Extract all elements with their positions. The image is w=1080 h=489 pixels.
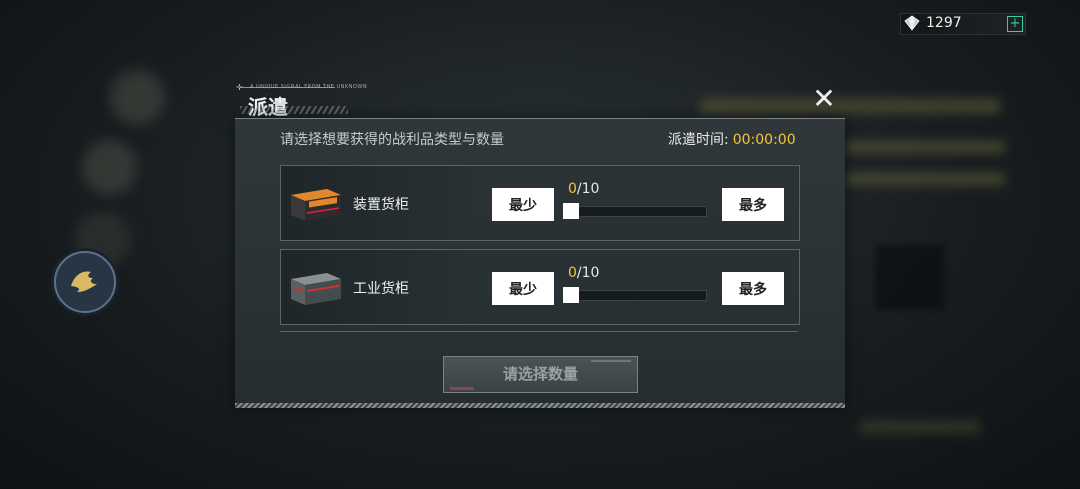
quantity-current: 0 [568, 181, 577, 197]
slider-handle[interactable] [563, 203, 579, 219]
dialog-subtitle: A UNIQUE SIGNAL FROM THE UNKNOWN [250, 84, 368, 90]
background-blur [845, 172, 1005, 186]
background-blur [845, 140, 1005, 154]
dialog-title-tab: ✛ A UNIQUE SIGNAL FROM THE UNKNOWN 派遣 [236, 83, 367, 119]
dispatch-time: 派遣时间: 00:00:00 [668, 129, 796, 149]
min-button[interactable]: 最少 [492, 188, 554, 221]
max-button[interactable]: 最多 [722, 188, 784, 221]
background-blur [110, 70, 165, 125]
loot-name: 装置货柜 [353, 197, 409, 213]
currency-display: 1297 + [900, 13, 1026, 35]
loot-name: 工业货柜 [353, 281, 409, 297]
max-button[interactable]: 最多 [722, 272, 784, 305]
phoenix-emblem-button[interactable] [54, 251, 116, 313]
orange-crate-icon [291, 189, 341, 221]
background-blur [860, 420, 980, 434]
close-icon[interactable]: ✕ [810, 85, 838, 113]
quantity-count: 0/10 [568, 265, 599, 281]
quantity-slider[interactable] [563, 203, 707, 219]
diamond-icon [904, 15, 920, 31]
button-decoration [450, 387, 474, 390]
slider-handle[interactable] [563, 287, 579, 303]
plus-icon[interactable]: + [1007, 16, 1023, 32]
background-blur [700, 98, 1000, 114]
quantity-slider[interactable] [563, 287, 707, 303]
quantity-current: 0 [568, 265, 577, 281]
phoenix-icon [71, 271, 97, 292]
loot-row: 工业货柜 最少 0/10 最多 [280, 249, 800, 325]
loot-row-header: 装置货柜 [281, 166, 479, 240]
quantity-total: /10 [576, 265, 600, 281]
title-stripes [240, 106, 348, 114]
dispatch-time-value: 00:00:00 [732, 132, 796, 148]
loot-row-header: 工业货柜 [281, 250, 479, 324]
dialog-bottom-stripes [235, 403, 845, 408]
confirm-label: 请选择数量 [502, 365, 578, 383]
dispatch-time-label: 派遣时间: [668, 132, 729, 148]
min-button[interactable]: 最少 [492, 272, 554, 305]
button-decoration [591, 360, 631, 362]
currency-amount: 1297 [926, 15, 962, 31]
background-blur [875, 245, 945, 310]
background-blur [82, 140, 137, 195]
instruction-text: 请选择想要获得的战利品类型与数量 [280, 132, 504, 148]
red-crate-icon [291, 273, 341, 305]
confirm-button[interactable]: 请选择数量 [443, 356, 638, 393]
quantity-total: /10 [576, 181, 600, 197]
loot-row: 装置货柜 最少 0/10 最多 [280, 165, 800, 241]
quantity-count: 0/10 [568, 181, 599, 197]
list-bottom-divider [280, 331, 798, 332]
